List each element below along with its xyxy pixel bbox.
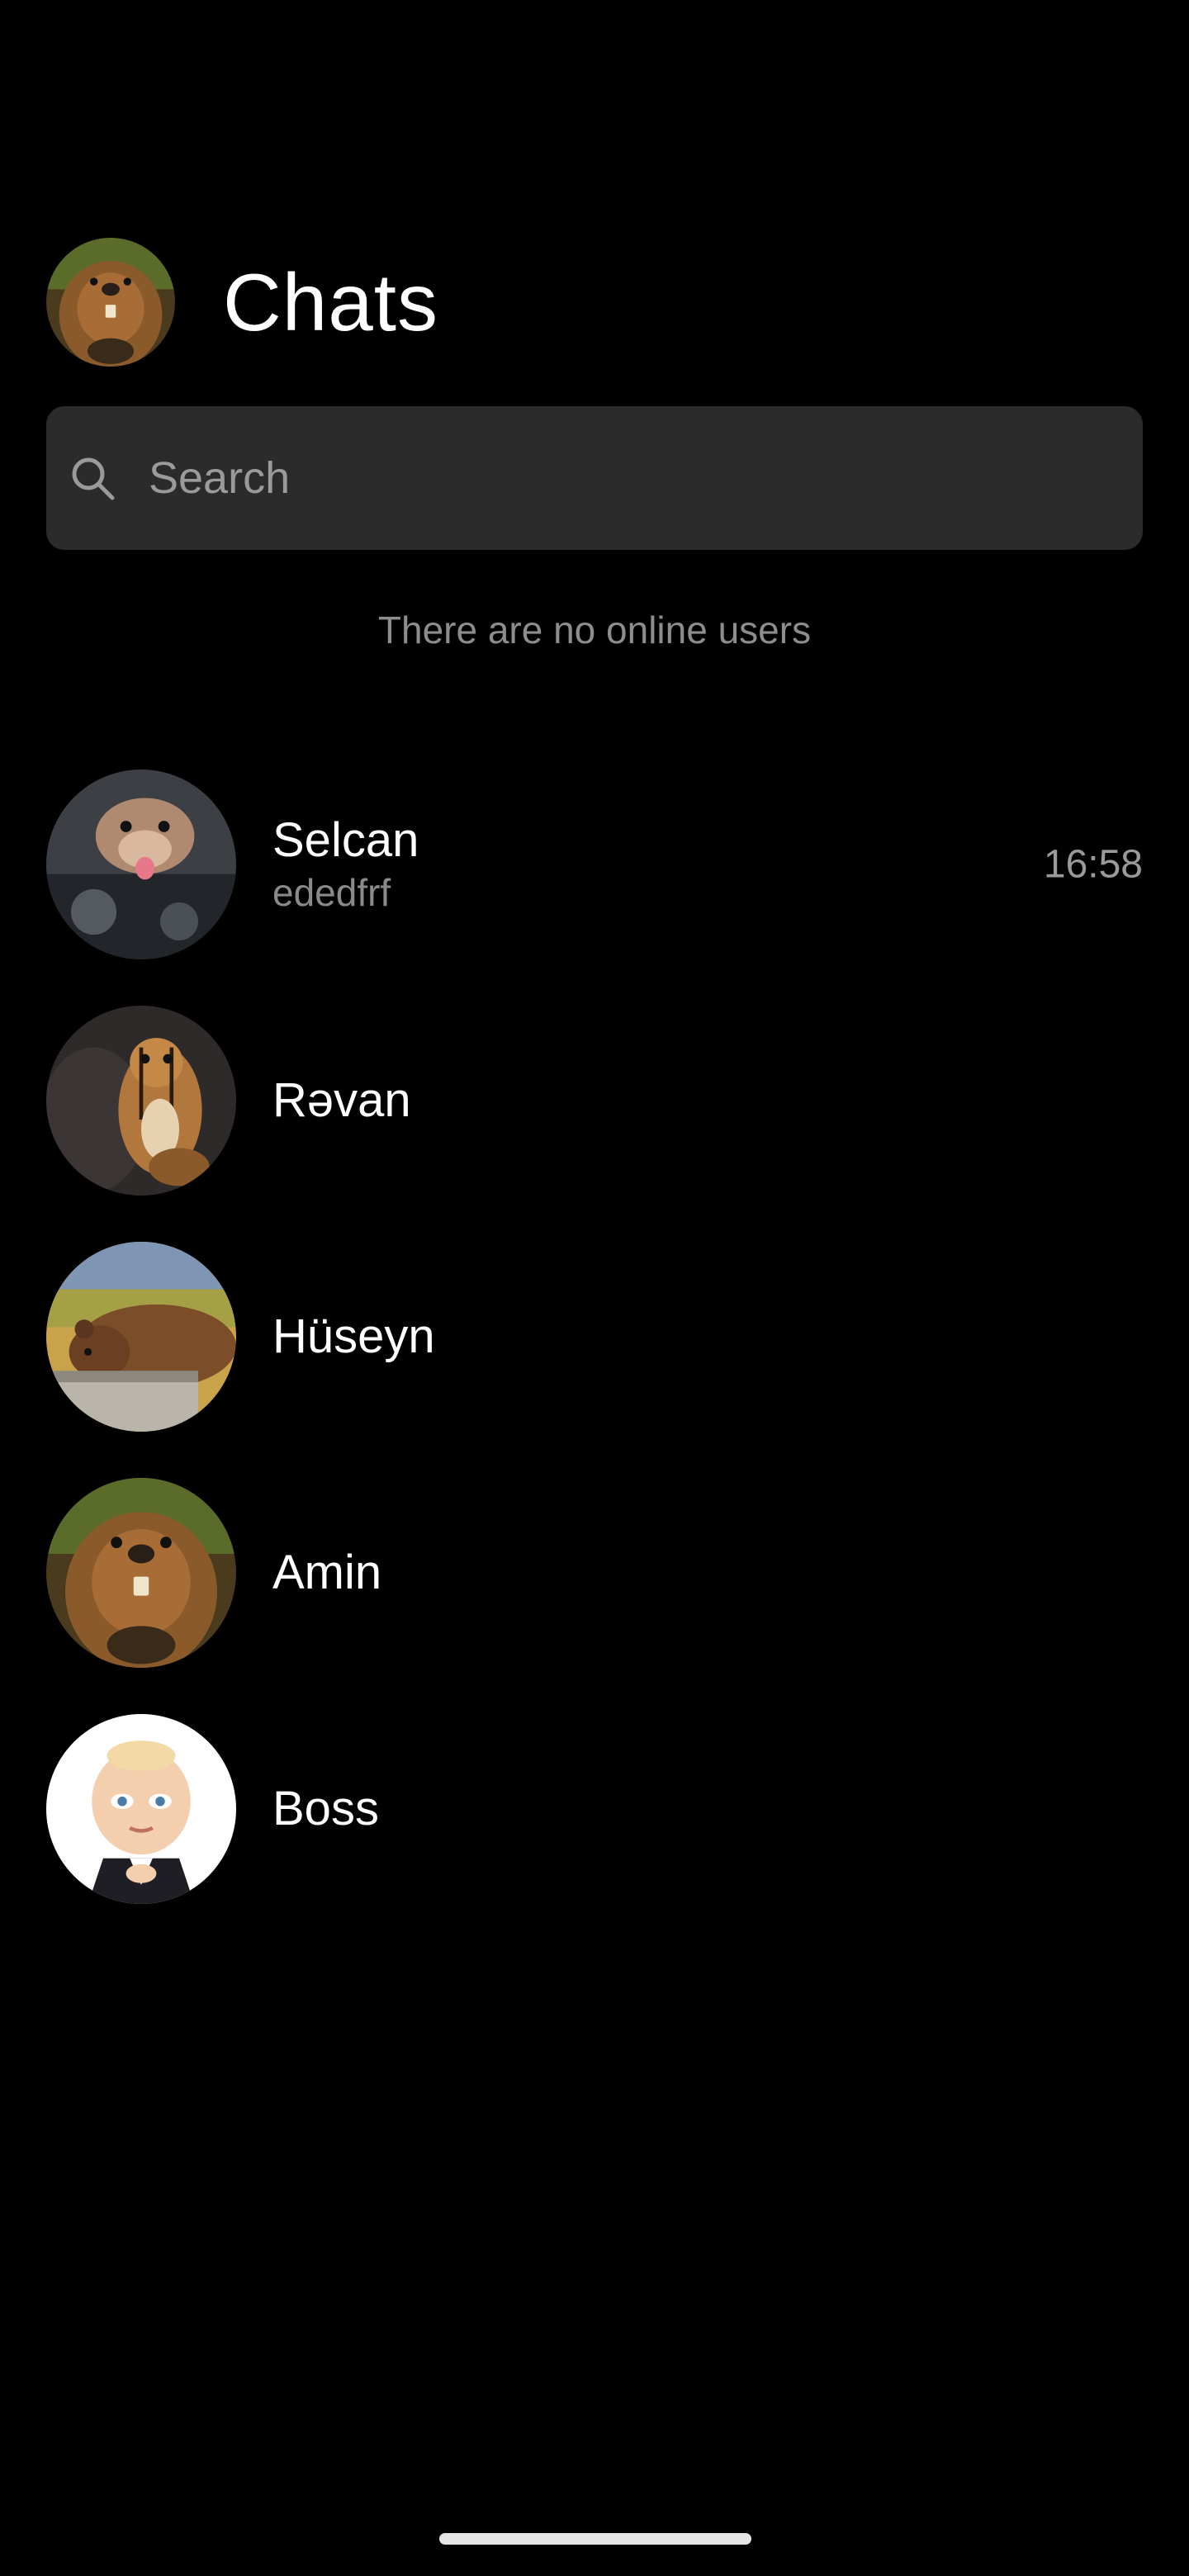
chat-avatar [46,1006,236,1196]
beaver-avatar-icon [46,238,175,367]
profile-avatar[interactable] [46,238,175,367]
chat-name: Rəvan [272,1073,411,1127]
chat-timestamp: 16:58 [1043,842,1143,887]
chat-avatar [46,1242,236,1432]
chat-avatar [46,769,236,959]
chat-item-huseyn[interactable]: Hüseyn [46,1219,1143,1455]
chat-texts: Selcan ededfrf [272,812,419,916]
chat-name: Amin [272,1546,382,1599]
chat-texts: Amin [272,1545,381,1601]
chat-texts: Hüseyn [272,1309,435,1365]
chat-texts: Rəvan [272,1073,411,1129]
chat-name: Boss [272,1782,379,1835]
chat-avatar [46,1714,236,1904]
bear-avatar-icon [46,1242,236,1432]
header: Chats [46,238,438,367]
chat-item-selcan[interactable]: Selcan ededfrf 16:58 [46,746,1143,983]
chat-name: Hüseyn [272,1309,435,1363]
online-users-status: There are no online users [377,608,812,651]
boss-baby-avatar-icon [46,1714,236,1904]
search-input[interactable] [149,445,1057,511]
chipmunk-avatar-icon [46,1006,236,1196]
page-title: Chats [223,256,439,348]
chat-item-amin[interactable]: Amin [46,1455,1143,1691]
chat-list: Selcan ededfrf 16:58 Rəvan Hüseyn Amin B… [46,746,1143,1927]
marten-avatar-icon [46,769,236,959]
chat-name: Selcan [272,813,419,867]
chat-item-boss[interactable]: Boss [46,1691,1143,1927]
beaver-avatar-icon [46,1478,236,1668]
chat-avatar [46,1478,236,1668]
chat-item-revan[interactable]: Rəvan [46,983,1143,1219]
chat-texts: Boss [272,1781,379,1837]
search-bar[interactable] [46,406,1143,550]
chat-last-message: ededfrf [272,871,391,914]
search-icon [72,457,115,500]
home-indicator[interactable] [439,2533,751,2545]
